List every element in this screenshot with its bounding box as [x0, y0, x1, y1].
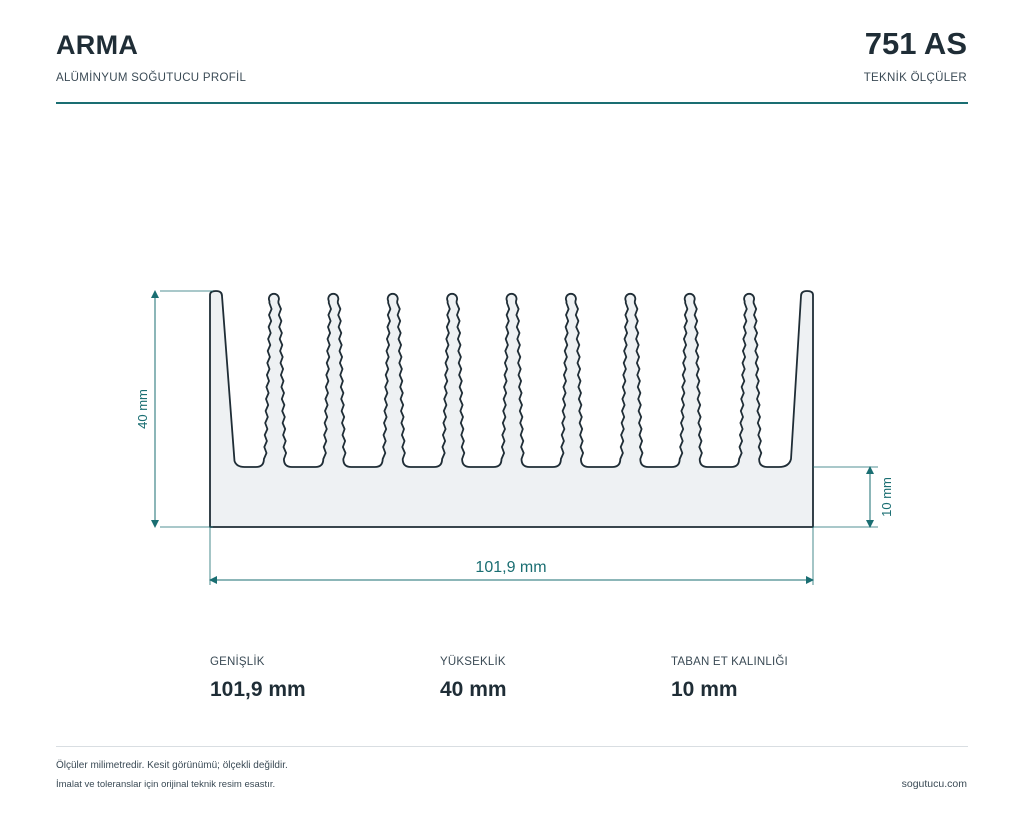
- spec-width-label: GENİŞLİK: [210, 656, 265, 668]
- spec-base-thickness: TABAN ET KALINLIĞI 10 mm: [671, 656, 788, 702]
- width-dimension-label: 101,9 mm: [475, 559, 546, 576]
- spec-width-value: 101,9 mm: [210, 678, 306, 701]
- heatsink-profile-outline: [209, 290, 814, 528]
- footer-note-units: Ölçüler milimetredir. Kesit görünümü; öl…: [56, 760, 288, 771]
- footer-divider: [56, 746, 968, 747]
- spec-height-value: 40 mm: [440, 678, 507, 701]
- base-dimension-label: 10 mm: [879, 477, 894, 517]
- heatsink-profile-drawing: 101,9 mm 40 mm 10 mm: [135, 290, 894, 585]
- spec-height: YÜKSEKLİK 40 mm: [440, 656, 507, 702]
- website-link[interactable]: sogutucu.com: [902, 778, 967, 790]
- height-dimension-label: 40 mm: [135, 389, 150, 429]
- spec-base-thickness-label: TABAN ET KALINLIĞI: [671, 656, 788, 668]
- footer-note-tolerance: İmalat ve toleranslar için orijinal tekn…: [56, 779, 276, 790]
- spec-height-label: YÜKSEKLİK: [440, 656, 506, 668]
- spec-width: GENİŞLİK 101,9 mm: [210, 656, 306, 702]
- spec-base-thickness-value: 10 mm: [671, 678, 738, 701]
